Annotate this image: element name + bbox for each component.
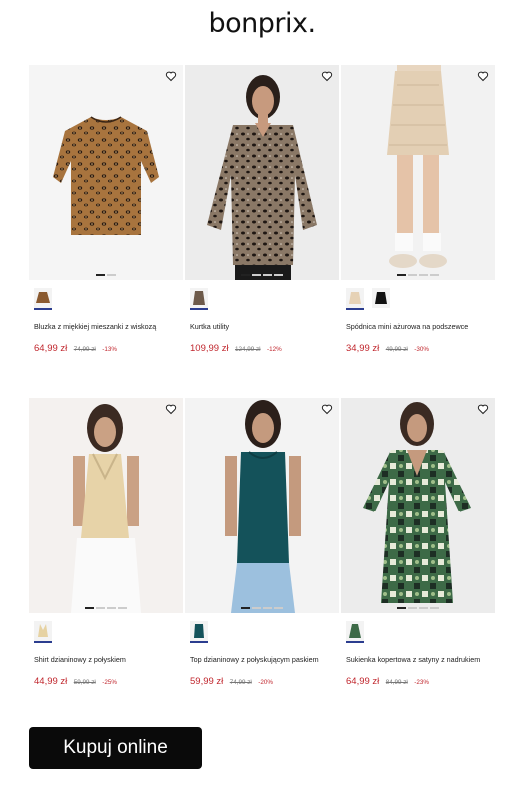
- product-image[interactable]: [341, 65, 495, 280]
- wishlist-heart-icon[interactable]: [165, 403, 177, 415]
- product-card[interactable]: Top dzianinowy z połyskującym paskiem 59…: [185, 398, 339, 689]
- current-price: 64,99 zł: [34, 343, 68, 354]
- product-image[interactable]: [185, 398, 339, 613]
- color-swatches: [29, 280, 183, 316]
- color-swatches: [185, 613, 339, 649]
- image-carousel-dots[interactable]: [241, 607, 283, 609]
- wishlist-heart-icon[interactable]: [321, 403, 333, 415]
- product-card[interactable]: Sukienka kopertowa z satyny z nadrukiem …: [341, 398, 495, 689]
- color-swatches: [341, 613, 495, 649]
- old-price: 59,99 zł: [73, 679, 96, 686]
- wishlist-heart-icon[interactable]: [477, 70, 489, 82]
- product-card[interactable]: Shirt dzianinowy z połyskiem 44,99 zł 59…: [29, 398, 183, 689]
- brand-logo[interactable]: bonprix.: [0, 8, 524, 39]
- product-name[interactable]: Top dzianinowy z połyskującym paskiem: [185, 655, 339, 664]
- product-card[interactable]: Spódnica mini ażurowa na podszewce 34,99…: [341, 65, 495, 356]
- color-swatch[interactable]: [372, 288, 390, 310]
- product-name[interactable]: Sukienka kopertowa z satyny z nadrukiem: [341, 655, 495, 664]
- old-price: 74,99 zł: [73, 346, 96, 353]
- image-carousel-dots[interactable]: [241, 274, 283, 276]
- image-carousel-dots[interactable]: [85, 607, 127, 609]
- price-row: 109,99 zł 124,99 zł -12%: [185, 338, 339, 356]
- price-row: 34,99 zł 49,99 zł -30%: [341, 338, 495, 356]
- wishlist-heart-icon[interactable]: [165, 70, 177, 82]
- discount-badge: -13%: [102, 346, 117, 353]
- color-swatch[interactable]: [346, 288, 364, 310]
- discount-badge: -30%: [414, 346, 429, 353]
- old-price: 49,99 zł: [385, 346, 408, 353]
- discount-badge: -20%: [258, 679, 273, 686]
- color-swatch[interactable]: [346, 621, 364, 643]
- discount-badge: -12%: [267, 346, 282, 353]
- color-swatches: [29, 613, 183, 649]
- product-image[interactable]: [29, 398, 183, 613]
- current-price: 64,99 zł: [346, 676, 380, 687]
- current-price: 44,99 zł: [34, 676, 68, 687]
- color-swatches: [185, 280, 339, 316]
- old-price: 74,99 zł: [229, 679, 252, 686]
- old-price: 84,99 zł: [385, 679, 408, 686]
- price-row: 64,99 zł 84,99 zł -23%: [341, 671, 495, 689]
- product-name[interactable]: Kurtka utility: [185, 322, 339, 331]
- product-image[interactable]: [185, 65, 339, 280]
- current-price: 59,99 zł: [190, 676, 224, 687]
- color-swatch[interactable]: [34, 621, 52, 643]
- image-carousel-dots[interactable]: [96, 274, 116, 276]
- product-name[interactable]: Spódnica mini ażurowa na podszewce: [341, 322, 495, 331]
- shop-online-button[interactable]: Kupuj online: [29, 727, 202, 769]
- product-name[interactable]: Bluzka z miękkiej mieszanki z wiskozą: [29, 322, 183, 331]
- product-name[interactable]: Shirt dzianinowy z połyskiem: [29, 655, 183, 664]
- discount-badge: -25%: [102, 679, 117, 686]
- price-row: 44,99 zł 59,99 zł -25%: [29, 671, 183, 689]
- image-carousel-dots[interactable]: [397, 274, 439, 276]
- wishlist-heart-icon[interactable]: [477, 403, 489, 415]
- color-swatch[interactable]: [190, 288, 208, 310]
- product-card[interactable]: Bluzka z miękkiej mieszanki z wiskozą 64…: [29, 65, 183, 356]
- price-row: 64,99 zł 74,99 zł -13%: [29, 338, 183, 356]
- price-row: 59,99 zł 74,99 zł -20%: [185, 671, 339, 689]
- product-card[interactable]: Kurtka utility 109,99 zł 124,99 zł -12%: [185, 65, 339, 356]
- product-image[interactable]: [341, 398, 495, 613]
- product-grid-row-2: Shirt dzianinowy z połyskiem 44,99 zł 59…: [29, 398, 495, 689]
- current-price: 109,99 zł: [190, 343, 229, 354]
- old-price: 124,99 zł: [235, 346, 261, 353]
- discount-badge: -23%: [414, 679, 429, 686]
- product-image[interactable]: [29, 65, 183, 280]
- color-swatches: [341, 280, 495, 316]
- current-price: 34,99 zł: [346, 343, 380, 354]
- color-swatch[interactable]: [190, 621, 208, 643]
- product-grid-row-1: Bluzka z miękkiej mieszanki z wiskozą 64…: [29, 65, 495, 356]
- image-carousel-dots[interactable]: [397, 607, 439, 609]
- wishlist-heart-icon[interactable]: [321, 70, 333, 82]
- color-swatch[interactable]: [34, 288, 52, 310]
